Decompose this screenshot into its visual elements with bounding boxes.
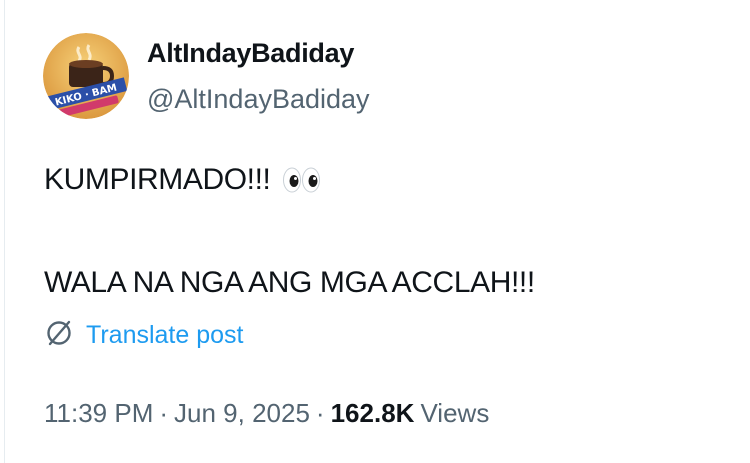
eyes-emoji-icon xyxy=(282,165,322,195)
views-count[interactable]: 162.8K xyxy=(331,398,415,429)
avatar-image: KIKO · BAM xyxy=(43,33,129,119)
post-text-line-1: KUMPIRMADO!!! xyxy=(44,163,322,197)
author-handle[interactable]: @AltIndayBadiday xyxy=(147,84,370,115)
translate-post-label[interactable]: Translate post xyxy=(86,321,243,350)
tweet-card: KIKO · BAM AltIndayBadiday @AltIndayBadi… xyxy=(0,0,750,463)
meta-separator: · xyxy=(315,398,325,428)
card-divider xyxy=(4,0,5,463)
translate-globe-icon xyxy=(44,318,74,353)
avatar[interactable]: KIKO · BAM xyxy=(43,33,129,119)
translate-post-link[interactable]: Translate post xyxy=(44,318,243,353)
author-display-name[interactable]: AltIndayBadiday xyxy=(147,38,354,69)
views-label: Views xyxy=(420,398,490,428)
post-date[interactable]: Jun 9, 2025 xyxy=(174,398,310,429)
post-metadata: 11:39 PM · Jun 9, 2025 · 162.8K Views xyxy=(44,398,489,429)
post-time[interactable]: 11:39 PM xyxy=(44,398,153,429)
post-text-line-2: WALA NA NGA ANG MGA ACCLAH!!! xyxy=(44,266,535,299)
post-text: KUMPIRMADO!!! xyxy=(44,163,271,196)
meta-separator: · xyxy=(159,398,169,428)
